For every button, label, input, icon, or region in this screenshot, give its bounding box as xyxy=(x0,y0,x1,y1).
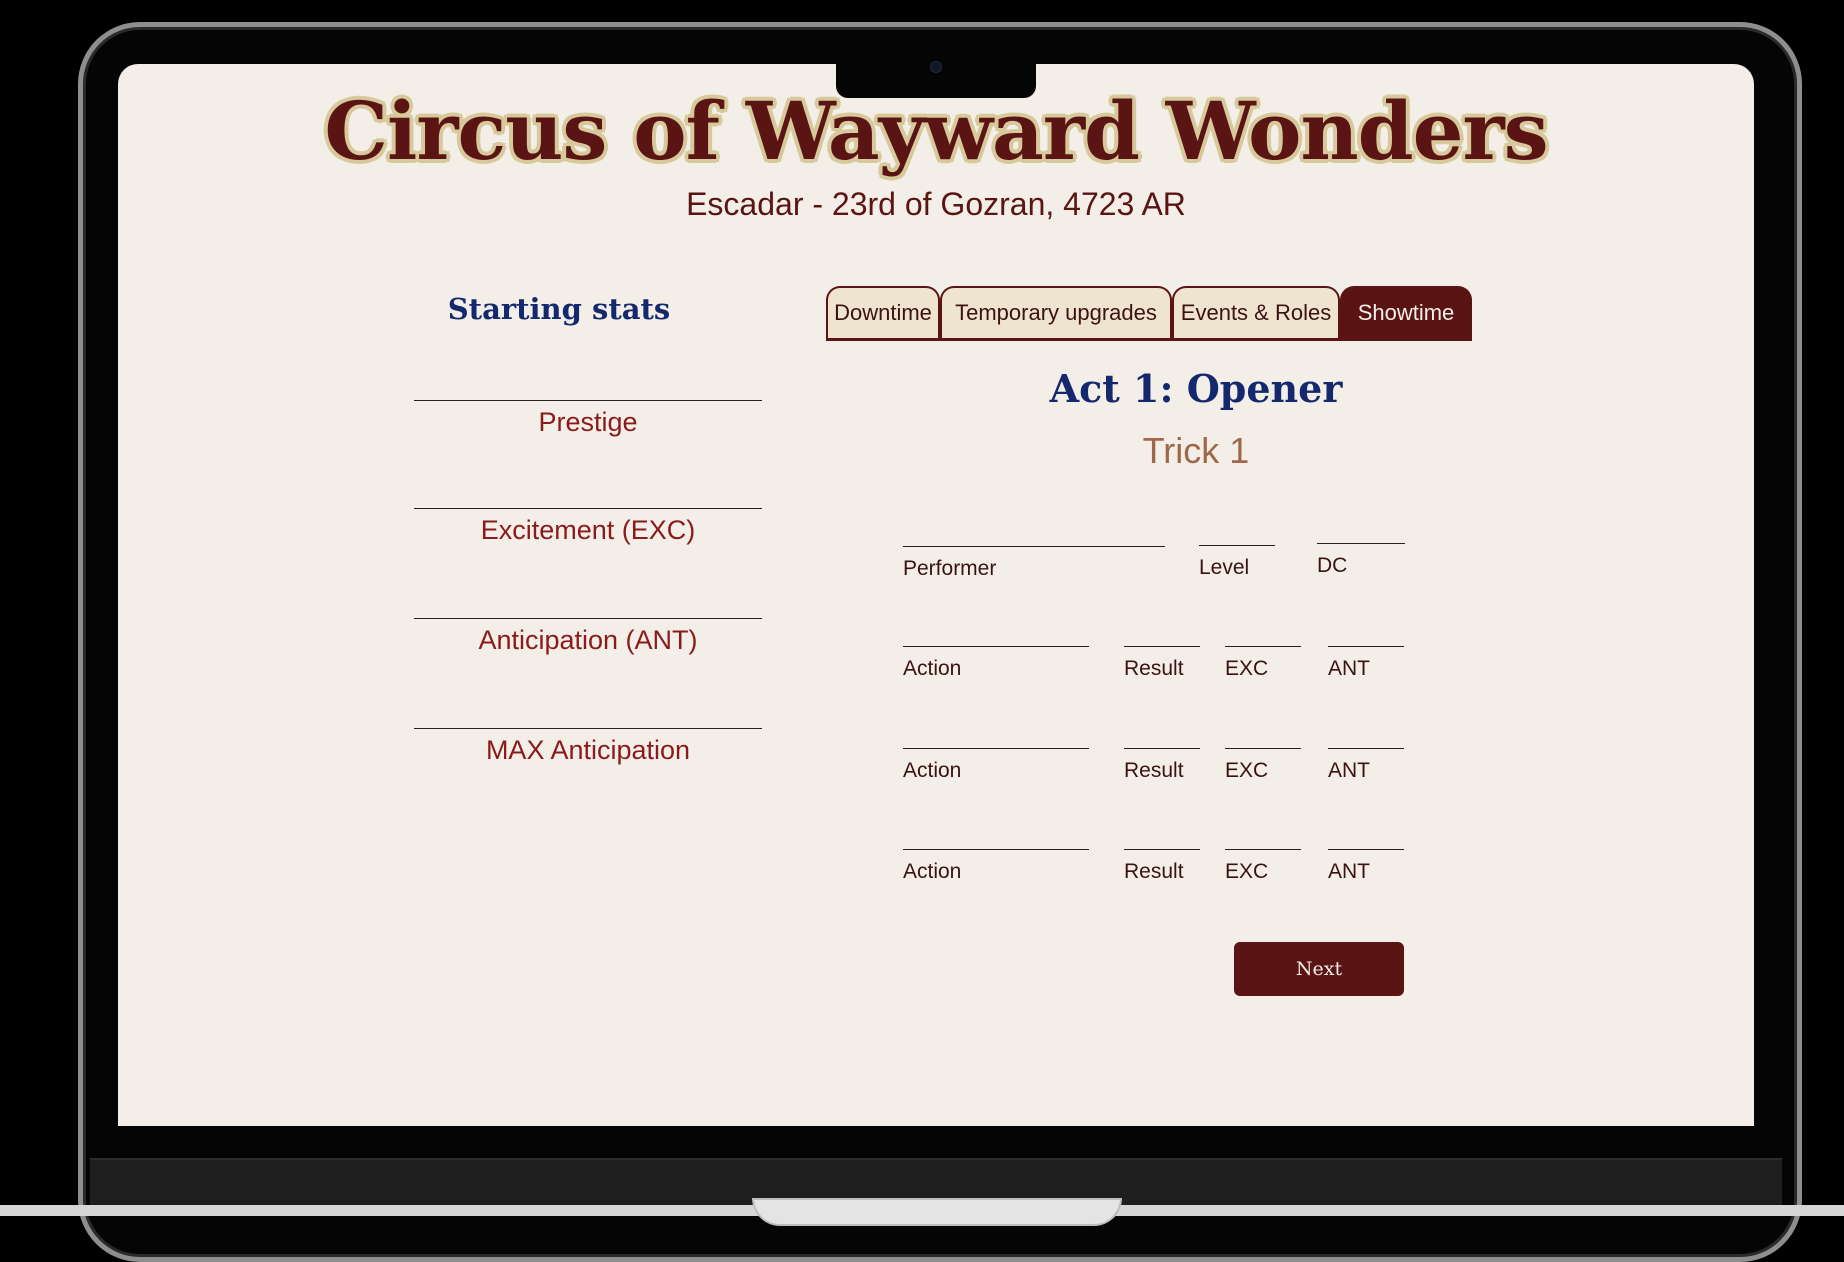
stat-label: Anticipation (ANT) xyxy=(478,625,698,655)
app-title: Circus of Wayward Wonders xyxy=(324,84,1548,178)
result-input-line[interactable] xyxy=(1124,849,1200,850)
stat-excitement[interactable]: Excitement (EXC) xyxy=(414,508,762,546)
stat-input-line[interactable] xyxy=(414,618,762,619)
exc-input-line[interactable] xyxy=(1225,849,1301,850)
result-field[interactable]: Result xyxy=(1124,646,1200,681)
ant-label: ANT xyxy=(1328,860,1370,883)
camera-icon xyxy=(930,61,942,73)
exc-input-line[interactable] xyxy=(1225,646,1301,647)
ant-field[interactable]: ANT xyxy=(1328,646,1404,681)
stat-label: Prestige xyxy=(538,407,638,437)
ant-field[interactable]: ANT xyxy=(1328,748,1404,783)
stat-input-line[interactable] xyxy=(414,508,762,509)
level-field[interactable]: Level xyxy=(1199,545,1275,580)
performer-field[interactable]: Performer xyxy=(903,546,1165,581)
exc-field[interactable]: EXC xyxy=(1225,849,1301,884)
stat-max-anticipation[interactable]: MAX Anticipation xyxy=(414,728,762,766)
dc-input-line[interactable] xyxy=(1317,543,1405,544)
exc-input-line[interactable] xyxy=(1225,748,1301,749)
dc-field[interactable]: DC xyxy=(1317,543,1405,578)
result-label: Result xyxy=(1124,657,1184,680)
action-input-line[interactable] xyxy=(903,849,1089,850)
ant-input-line[interactable] xyxy=(1328,849,1404,850)
exc-field[interactable]: EXC xyxy=(1225,748,1301,783)
level-input-line[interactable] xyxy=(1199,545,1275,546)
stat-input-line[interactable] xyxy=(414,728,762,729)
result-label: Result xyxy=(1124,759,1184,782)
stat-label: MAX Anticipation xyxy=(485,735,691,765)
tab-showtime[interactable]: Showtime xyxy=(1340,286,1472,338)
action-field[interactable]: Action xyxy=(903,748,1089,783)
exc-label: EXC xyxy=(1225,759,1269,782)
tab-events-roles[interactable]: Events & Roles xyxy=(1172,286,1340,338)
action-field[interactable]: Action xyxy=(903,646,1089,681)
result-field[interactable]: Result xyxy=(1124,748,1200,783)
tab-downtime[interactable]: Downtime xyxy=(826,286,940,338)
ant-field[interactable]: ANT xyxy=(1328,849,1404,884)
action-label: Action xyxy=(903,657,962,680)
performer-label: Performer xyxy=(903,557,997,580)
action-label: Action xyxy=(903,860,962,883)
performer-input-line[interactable] xyxy=(903,546,1165,547)
result-field[interactable]: Result xyxy=(1124,849,1200,884)
stat-anticipation[interactable]: Anticipation (ANT) xyxy=(414,618,762,656)
level-label: Level xyxy=(1199,556,1250,579)
next-button[interactable]: Next xyxy=(1234,942,1404,996)
action-label: Action xyxy=(903,759,962,782)
app-screen: Circus of Wayward Wonders Escadar - 23rd… xyxy=(118,64,1754,1126)
stat-input-line[interactable] xyxy=(414,400,762,401)
action-field[interactable]: Action xyxy=(903,849,1089,884)
exc-field[interactable]: EXC xyxy=(1225,646,1301,681)
dc-label: DC xyxy=(1317,554,1348,577)
stat-label: Excitement (EXC) xyxy=(480,515,696,545)
app-subtitle: Escadar - 23rd of Gozran, 4723 AR xyxy=(686,186,1186,222)
exc-label: EXC xyxy=(1225,657,1269,680)
action-input-line[interactable] xyxy=(903,748,1089,749)
ant-label: ANT xyxy=(1328,657,1370,680)
laptop-stand xyxy=(752,1198,1122,1226)
tab-temporary-upgrades[interactable]: Temporary upgrades xyxy=(940,286,1172,338)
result-input-line[interactable] xyxy=(1124,646,1200,647)
ant-input-line[interactable] xyxy=(1328,748,1404,749)
result-label: Result xyxy=(1124,860,1184,883)
ant-input-line[interactable] xyxy=(1328,646,1404,647)
result-input-line[interactable] xyxy=(1124,748,1200,749)
trick-heading: Trick 1 xyxy=(1142,430,1250,471)
starting-stats-heading: Starting stats xyxy=(447,292,671,326)
stat-prestige[interactable]: Prestige xyxy=(414,400,762,438)
action-input-line[interactable] xyxy=(903,646,1089,647)
act-heading: Act 1: Opener xyxy=(1049,366,1343,411)
ant-label: ANT xyxy=(1328,759,1370,782)
tabs-underline xyxy=(826,338,1472,341)
exc-label: EXC xyxy=(1225,860,1269,883)
